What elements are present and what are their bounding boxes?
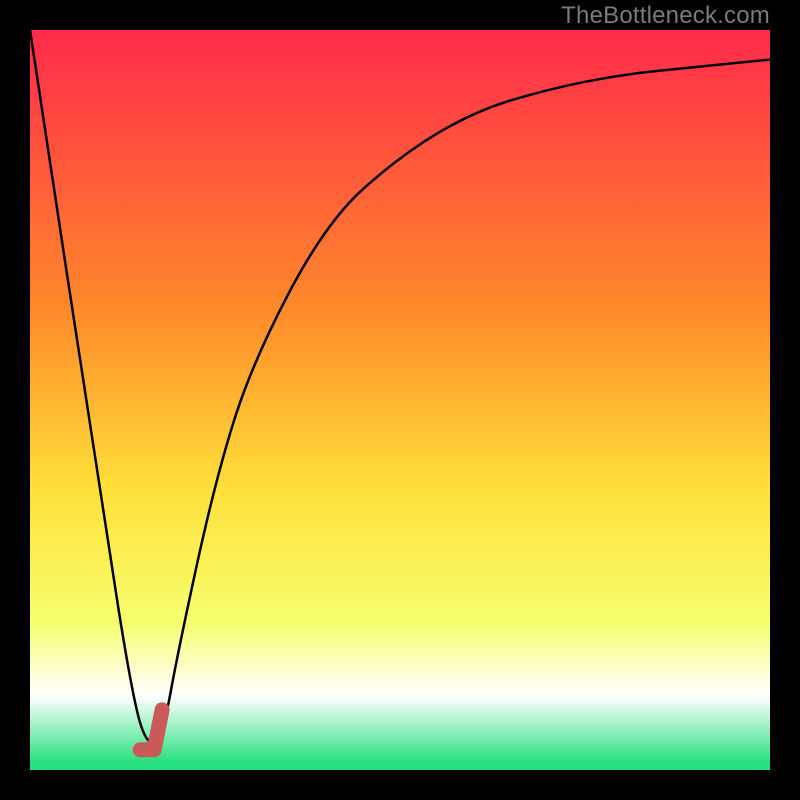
chart-svg xyxy=(30,30,770,770)
gradient-background xyxy=(30,30,770,770)
watermark-text: TheBottleneck.com xyxy=(561,2,770,30)
plot-area xyxy=(30,30,770,770)
chart-frame: TheBottleneck.com xyxy=(0,0,800,800)
